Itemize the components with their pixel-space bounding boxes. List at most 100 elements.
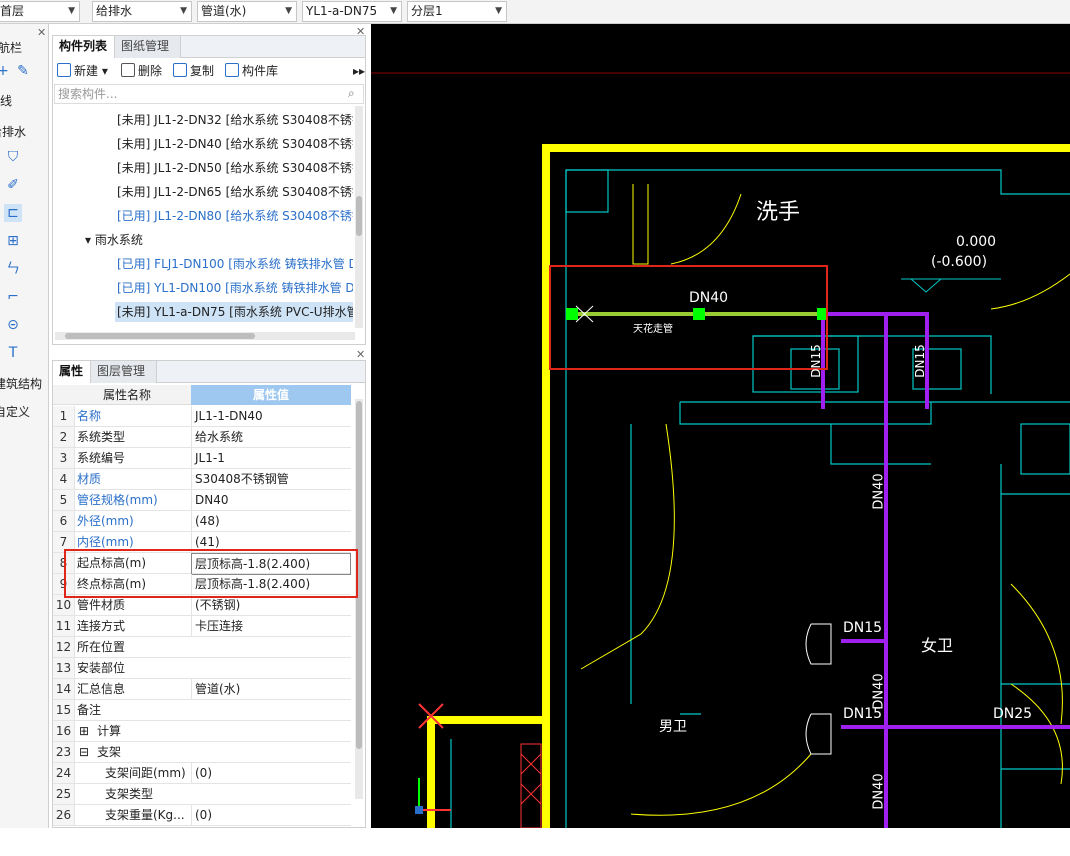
- property-value[interactable]: JL1-1: [191, 448, 351, 468]
- property-value[interactable]: S30408不锈钢管: [191, 469, 351, 489]
- scrollbar[interactable]: [355, 106, 363, 328]
- nav-item-custom[interactable]: 自定义: [0, 403, 30, 420]
- scrollbar-thumb[interactable]: [356, 196, 362, 236]
- elbow-icon[interactable]: ⌐: [4, 288, 22, 306]
- property-name: 计算: [97, 724, 122, 738]
- library-icon: [225, 63, 239, 77]
- floor-select[interactable]: 首层 ▼: [0, 1, 80, 22]
- row-number: 6: [53, 511, 75, 531]
- property-row[interactable]: 3 系统编号 JL1-1: [53, 448, 351, 469]
- tree-group[interactable]: ▾ 雨水系统: [85, 230, 143, 250]
- property-row[interactable]: 1 名称 JL1-1-DN40: [53, 406, 351, 427]
- property-name: 支架: [97, 745, 122, 759]
- h-scrollbar-thumb[interactable]: [65, 333, 255, 339]
- library-button[interactable]: 构件库: [225, 60, 278, 82]
- nav-item-axis[interactable]: 轴线: [0, 92, 12, 109]
- property-row[interactable]: 2 系统类型 给水系统: [53, 427, 351, 448]
- property-row[interactable]: 24 支架间距(mm) (0): [53, 763, 351, 784]
- property-value[interactable]: 给水系统: [191, 427, 351, 447]
- property-value[interactable]: (0): [191, 763, 351, 783]
- nav-title: 导航栏: [0, 41, 23, 55]
- property-row[interactable]: 14 汇总信息 管道(水): [53, 679, 351, 700]
- sleeve-icon[interactable]: ⊝: [4, 316, 22, 334]
- property-name: 系统编号: [77, 451, 126, 465]
- property-row[interactable]: 25 支架类型: [53, 784, 351, 805]
- property-value[interactable]: 卡压连接: [191, 616, 351, 636]
- tab-drawing-management[interactable]: 图纸管理: [115, 36, 181, 58]
- boundary-wall-lower: [427, 716, 546, 828]
- list-item[interactable]: [已用] FLJ1-DN100 [雨水系统 铸铁排水管 D: [117, 254, 353, 274]
- property-name: 汇总信息: [77, 682, 126, 696]
- type-select[interactable]: 管道(水) ▼: [197, 1, 297, 22]
- nav-item-structure[interactable]: 建筑结构: [0, 375, 42, 392]
- property-row[interactable]: 4 材质 S30408不锈钢管: [53, 469, 351, 490]
- layer-select-value: 分层1: [411, 4, 443, 18]
- component-search-input[interactable]: 搜索构件...: [54, 84, 364, 104]
- property-value[interactable]: (不锈钢): [191, 595, 351, 615]
- fitting-icon[interactable]: ㄣ: [4, 260, 22, 278]
- property-name: 支架重量(Kg...: [105, 808, 185, 822]
- expand-icon[interactable]: ⊞: [79, 721, 89, 741]
- list-item[interactable]: [未用] JL1-2-DN50 [给水系统 S30408不锈钢: [117, 158, 353, 178]
- nav-item-plumbing[interactable]: 给排水: [0, 123, 26, 140]
- list-item[interactable]: [未用] JL1-2-DN65 [给水系统 S30408不锈钢: [117, 182, 353, 202]
- h-scrollbar[interactable]: [55, 332, 355, 340]
- drawing-canvas[interactable]: 洗手 女卫 男卫 0.000 (-0.600) DN40 DN15 DN15 D…: [371, 24, 1070, 828]
- component-tree: [未用] JL1-2-DN32 [给水系统 S30408不锈钢 [未用] JL1…: [53, 106, 353, 352]
- property-name: 材质: [77, 472, 102, 486]
- property-row[interactable]: 6 外径(mm) (48): [53, 511, 351, 532]
- more-icon[interactable]: ▸▸: [353, 60, 365, 82]
- row-number: 12: [53, 637, 75, 657]
- property-name: 所在位置: [77, 640, 126, 654]
- property-row[interactable]: 12 所在位置: [53, 637, 351, 658]
- chevron-down-icon: ▼: [390, 6, 397, 16]
- property-name: 管件材质: [77, 598, 126, 612]
- list-item[interactable]: [已用] JL1-2-DN80 [给水系统 S30408不锈钢: [117, 206, 353, 226]
- property-name: 支架间距(mm): [105, 766, 186, 780]
- property-row[interactable]: 5 管径规格(mm) DN40: [53, 490, 351, 511]
- add-icon[interactable]: +: [0, 62, 12, 80]
- tab-properties[interactable]: 属性: [53, 361, 91, 383]
- scrollbar[interactable]: [355, 399, 363, 799]
- property-row[interactable]: 26 支架重量(Kg... (0): [53, 805, 351, 826]
- property-name: 外径(mm): [77, 514, 134, 528]
- list-item-selected[interactable]: [未用] YL1-a-DN75 [雨水系统 PVC-U排水管: [115, 302, 353, 322]
- property-value[interactable]: JL1-1-DN40: [191, 406, 351, 426]
- tab-component-list[interactable]: 构件列表: [53, 36, 115, 58]
- edit-icon[interactable]: ✎: [14, 62, 32, 80]
- tee-icon[interactable]: T: [4, 344, 22, 362]
- pipe-label: DN25: [993, 706, 1033, 722]
- close-icon[interactable]: ✕: [356, 348, 365, 361]
- property-row[interactable]: 10 管件材质 (不锈钢): [53, 595, 351, 616]
- property-value[interactable]: 管道(水): [191, 679, 351, 699]
- room-label-male: 男卫: [659, 719, 687, 735]
- property-row[interactable]: 15 备注: [53, 700, 351, 721]
- navigation-bar: ✕ 导航栏 + ✎ 轴线 给排水 ⛉ ✐ ⊏ ⊞ ㄣ ⌐ ⊝ T 建筑结构 自定…: [0, 24, 49, 828]
- pipe-icon[interactable]: ⊏: [4, 204, 22, 222]
- property-value[interactable]: DN40: [191, 490, 351, 510]
- list-item[interactable]: [未用] JL1-2-DN40 [给水系统 S30408不锈钢: [117, 134, 353, 154]
- component-select[interactable]: YL1-a-DN75 ▼: [302, 1, 402, 22]
- delete-button[interactable]: 删除: [121, 60, 162, 82]
- copy-button[interactable]: 复制: [173, 60, 214, 82]
- property-value[interactable]: (0): [191, 805, 351, 825]
- list-item[interactable]: [已用] YL1-DN100 [雨水系统 铸铁排水管 D: [117, 278, 353, 298]
- close-icon[interactable]: ✕: [37, 26, 46, 39]
- property-header: 属性名称 属性值: [53, 385, 351, 405]
- collapse-icon[interactable]: ⊟: [79, 742, 89, 762]
- property-row[interactable]: 23 ⊟ 支架: [53, 742, 351, 763]
- discipline-select[interactable]: 给排水 ▼: [92, 1, 192, 22]
- layer-select[interactable]: 分层1 ▼: [407, 1, 507, 22]
- property-row[interactable]: 11 连接方式 卡压连接: [53, 616, 351, 637]
- tab-layer-management[interactable]: 图层管理: [91, 361, 157, 383]
- sanitary-fixture-icon[interactable]: ⛉: [4, 148, 22, 166]
- property-table: 1 名称 JL1-1-DN40 2 系统类型 给水系统 3 系统编号 JL1-1 4 材质 S3040…: [53, 406, 351, 856]
- new-button[interactable]: 新建 ▾: [57, 60, 108, 82]
- equipment-icon[interactable]: ✐: [4, 176, 22, 194]
- property-row[interactable]: 16 ⊞ 计算: [53, 721, 351, 742]
- row-number: 5: [53, 490, 75, 510]
- property-value[interactable]: (48): [191, 511, 351, 531]
- valve-icon[interactable]: ⊞: [4, 232, 22, 250]
- property-row[interactable]: 13 安装部位: [53, 658, 351, 679]
- list-item[interactable]: [未用] JL1-2-DN32 [给水系统 S30408不锈钢: [117, 110, 353, 130]
